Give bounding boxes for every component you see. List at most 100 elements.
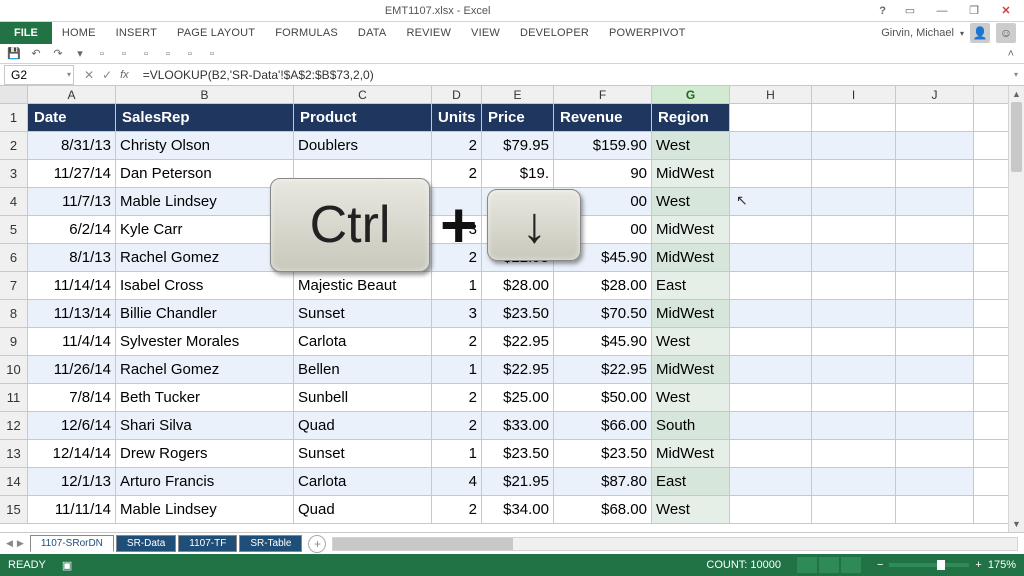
- page-layout-view-icon[interactable]: [819, 557, 839, 573]
- cell[interactable]: [896, 356, 974, 383]
- cell-date[interactable]: 12/6/14: [28, 412, 116, 439]
- cell-units[interactable]: 2: [432, 328, 482, 355]
- tab-powerpivot[interactable]: POWERPIVOT: [599, 22, 696, 44]
- cell-units[interactable]: 2: [432, 132, 482, 159]
- cell[interactable]: [812, 328, 896, 355]
- cell-product[interactable]: Doublers: [294, 132, 432, 159]
- cell[interactable]: [730, 468, 812, 495]
- cell-region[interactable]: MidWest: [652, 244, 730, 271]
- cell-region[interactable]: South: [652, 412, 730, 439]
- row-header[interactable]: 11: [0, 384, 28, 411]
- select-all-corner[interactable]: [0, 86, 28, 103]
- cell-product[interactable]: [294, 160, 432, 187]
- cell-salesrep[interactable]: Dan Peterson: [116, 160, 294, 187]
- cell-price[interactable]: $28.00: [482, 272, 554, 299]
- cell-region[interactable]: East: [652, 468, 730, 495]
- cell[interactable]: [812, 188, 896, 215]
- cell[interactable]: [812, 496, 896, 523]
- cell[interactable]: [812, 300, 896, 327]
- col-header-H[interactable]: H: [730, 86, 812, 103]
- cell[interactable]: [730, 160, 812, 187]
- cell-units[interactable]: 1: [432, 272, 482, 299]
- header-region[interactable]: Region: [652, 104, 730, 131]
- col-header-G[interactable]: G: [652, 86, 730, 103]
- enter-icon[interactable]: ✓: [102, 68, 112, 82]
- add-sheet-button[interactable]: +: [308, 535, 326, 553]
- cell-date[interactable]: 11/27/14: [28, 160, 116, 187]
- sheet-nav-next-icon[interactable]: ▶: [17, 538, 24, 549]
- cell-price[interactable]: $23.50: [482, 300, 554, 327]
- cell-product[interactable]: Carlota: [294, 468, 432, 495]
- cell-region[interactable]: East: [652, 272, 730, 299]
- sheet-tab[interactable]: 1107-TF: [178, 535, 237, 552]
- row-header[interactable]: 13: [0, 440, 28, 467]
- chevron-down-icon[interactable]: ▾: [67, 70, 71, 79]
- cell-region[interactable]: MidWest: [652, 356, 730, 383]
- cell-revenue[interactable]: $68.00: [554, 496, 652, 523]
- cell-date[interactable]: 11/11/14: [28, 496, 116, 523]
- cell[interactable]: [812, 216, 896, 243]
- cell-revenue[interactable]: $45.90: [554, 244, 652, 271]
- cell-date[interactable]: 7/8/14: [28, 384, 116, 411]
- cell[interactable]: [730, 496, 812, 523]
- cell-revenue[interactable]: $22.95: [554, 356, 652, 383]
- cell-salesrep[interactable]: Beth Tucker: [116, 384, 294, 411]
- row-header[interactable]: 15: [0, 496, 28, 523]
- cell-salesrep[interactable]: Mable Lindsey: [116, 188, 294, 215]
- cell-price[interactable]: $22.95: [482, 328, 554, 355]
- zoom-control[interactable]: − + 175%: [877, 559, 1016, 571]
- cell-price[interactable]: $25.00: [482, 384, 554, 411]
- tab-page-layout[interactable]: PAGE LAYOUT: [167, 22, 265, 44]
- cell[interactable]: [812, 440, 896, 467]
- zoom-slider[interactable]: [889, 563, 969, 567]
- cell-units[interactable]: 1: [432, 440, 482, 467]
- header-salesrep[interactable]: SalesRep: [116, 104, 294, 131]
- cell[interactable]: [730, 300, 812, 327]
- cell[interactable]: [812, 384, 896, 411]
- collapse-ribbon-icon[interactable]: ˄: [1008, 48, 1018, 60]
- cell[interactable]: [896, 468, 974, 495]
- tab-developer[interactable]: DEVELOPER: [510, 22, 599, 44]
- cell-revenue[interactable]: 00: [554, 188, 652, 215]
- qat-item-icon[interactable]: ▫: [94, 46, 110, 62]
- cell-salesrep[interactable]: Shari Silva: [116, 412, 294, 439]
- cell-product[interactable]: Carlota: [294, 328, 432, 355]
- cell[interactable]: [730, 356, 812, 383]
- restore-button[interactable]: ❐: [962, 2, 986, 20]
- cell-region[interactable]: West: [652, 328, 730, 355]
- close-button[interactable]: ✕: [994, 2, 1018, 20]
- cell-units[interactable]: 3: [432, 216, 482, 243]
- col-header-J[interactable]: J: [896, 86, 974, 103]
- help-icon[interactable]: ?: [875, 5, 890, 17]
- cell[interactable]: [896, 104, 974, 131]
- cell-revenue[interactable]: $70.50: [554, 300, 652, 327]
- row-header[interactable]: 8: [0, 300, 28, 327]
- qat-item-icon[interactable]: ▫: [138, 46, 154, 62]
- cell-region[interactable]: West: [652, 384, 730, 411]
- col-header-I[interactable]: I: [812, 86, 896, 103]
- cell[interactable]: [896, 216, 974, 243]
- cell[interactable]: [812, 132, 896, 159]
- cell-region[interactable]: MidWest: [652, 216, 730, 243]
- zoom-in-icon[interactable]: +: [975, 559, 981, 571]
- cell[interactable]: [896, 244, 974, 271]
- save-icon[interactable]: 💾: [6, 46, 22, 62]
- cell-price[interactable]: 25.: [482, 188, 554, 215]
- cell-revenue[interactable]: 90: [554, 160, 652, 187]
- undo-icon[interactable]: ↶: [28, 46, 44, 62]
- cell[interactable]: [896, 272, 974, 299]
- horizontal-scrollbar[interactable]: [332, 537, 1018, 551]
- feedback-icon[interactable]: ☺: [996, 23, 1016, 43]
- cell[interactable]: [896, 412, 974, 439]
- scroll-track[interactable]: [1009, 102, 1024, 516]
- scroll-up-icon[interactable]: ▲: [1009, 86, 1024, 102]
- sheet-tab[interactable]: 1107-SRorDN: [30, 535, 114, 552]
- cell[interactable]: [812, 160, 896, 187]
- sheet-tab[interactable]: SR-Data: [116, 535, 176, 552]
- row-header[interactable]: 10: [0, 356, 28, 383]
- cell[interactable]: [730, 272, 812, 299]
- cell[interactable]: [730, 132, 812, 159]
- cell[interactable]: [730, 328, 812, 355]
- cell-revenue[interactable]: $66.00: [554, 412, 652, 439]
- cell[interactable]: [896, 440, 974, 467]
